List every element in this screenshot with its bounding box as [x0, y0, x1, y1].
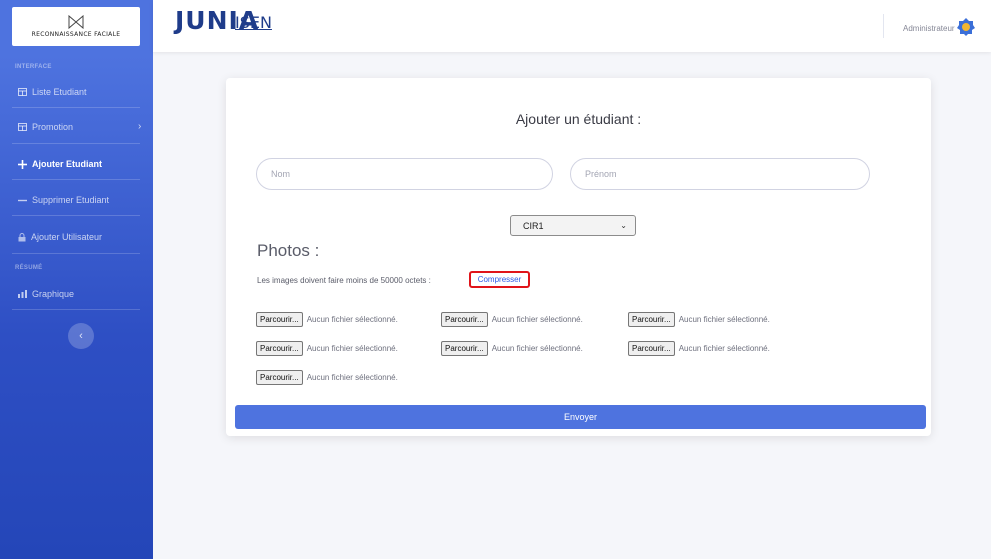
file-status: Aucun fichier sélectionné. [306, 315, 398, 324]
photo-file-input-6[interactable]: Parcourir... Aucun fichier sélectionné. [628, 341, 770, 356]
minus-icon [18, 199, 27, 201]
brand-text: RECONNAISSANCE FACIALE [31, 31, 121, 38]
photo-file-input-7[interactable]: Parcourir... Aucun fichier sélectionné. [256, 370, 398, 385]
sidebar-item-label: Graphique [32, 289, 75, 299]
user-name[interactable]: Administrateur [903, 24, 955, 33]
page-title: Ajouter un étudiant : [515, 111, 642, 127]
chevron-right-icon[interactable]: › [138, 121, 141, 132]
sidebar-item-label: Supprimer Etudiant [32, 195, 110, 205]
browse-button[interactable]: Parcourir... [256, 312, 303, 327]
file-status: Aucun fichier sélectionné. [491, 344, 583, 353]
browse-button[interactable]: Parcourir... [256, 341, 303, 356]
chevron-left-icon: ‹ [79, 330, 83, 342]
promotion-select[interactable]: CIR1 ⌄ [510, 215, 636, 236]
browse-button[interactable]: Parcourir... [628, 341, 675, 356]
sidebar-item-ajouter-utilisateur[interactable]: Ajouter Utilisateur [18, 232, 102, 242]
sidebar-toggle-button[interactable]: ‹ [68, 323, 94, 349]
browse-button[interactable]: Parcourir... [441, 312, 488, 327]
butterfly-icon [68, 15, 84, 29]
file-status: Aucun fichier sélectionné. [491, 315, 583, 324]
submit-button[interactable]: Envoyer [235, 405, 926, 429]
photo-file-input-1[interactable]: Parcourir... Aucun fichier sélectionné. [256, 312, 398, 327]
compress-link[interactable]: Compresser [469, 271, 530, 288]
user-avatar-icon[interactable] [956, 17, 976, 37]
browse-button[interactable]: Parcourir... [628, 312, 675, 327]
photo-file-input-5[interactable]: Parcourir... Aucun fichier sélectionné. [441, 341, 583, 356]
sidebar-heading-interface: INTERFACE [15, 64, 52, 70]
topbar-divider [883, 14, 884, 38]
prenom-input[interactable] [570, 158, 870, 190]
sidebar-item-ajouter-etudiant[interactable]: Ajouter Etudiant [18, 159, 102, 169]
file-status: Aucun fichier sélectionné. [306, 373, 398, 382]
sidebar-divider [12, 253, 140, 254]
sidebar-item-label: Ajouter Etudiant [32, 159, 102, 169]
sidebar-divider [12, 107, 140, 108]
table-icon [18, 88, 27, 96]
chevron-down-icon: ⌄ [620, 221, 627, 230]
sidebar-item-graphique[interactable]: Graphique [18, 289, 74, 299]
sidebar-divider [12, 143, 140, 144]
brand-logo[interactable]: RECONNAISSANCE FACIALE [12, 7, 140, 46]
sidebar-divider [12, 179, 140, 180]
lock-icon [18, 232, 26, 241]
sidebar-item-supprimer-etudiant[interactable]: Supprimer Etudiant [18, 195, 109, 205]
photo-file-input-4[interactable]: Parcourir... Aucun fichier sélectionné. [256, 341, 398, 356]
plus-icon [18, 159, 27, 169]
topbar: JUNIA ISEN Administrateur [153, 0, 991, 52]
file-status: Aucun fichier sélectionné. [678, 315, 770, 324]
sidebar-item-liste-etudiant[interactable]: Liste Etudiant [18, 87, 87, 97]
promotion-select-value: CIR1 [523, 220, 544, 231]
isen-logo[interactable]: ISEN [235, 13, 272, 32]
table-icon [18, 123, 27, 131]
photo-file-input-2[interactable]: Parcourir... Aucun fichier sélectionné. [441, 312, 583, 327]
sidebar-item-label: Ajouter Utilisateur [31, 232, 103, 242]
sidebar-divider [12, 215, 140, 216]
browse-button[interactable]: Parcourir... [256, 370, 303, 385]
sidebar-heading-resume: RÉSUMÉ [15, 265, 43, 271]
sidebar-item-label: Promotion [32, 122, 74, 132]
sidebar-divider [12, 309, 140, 310]
sidebar-item-promotion[interactable]: Promotion [18, 122, 73, 132]
browse-button[interactable]: Parcourir... [441, 341, 488, 356]
photos-title: Photos : [257, 241, 320, 260]
photo-size-hint: Les images doivent faire moins de 50000 … [257, 276, 431, 285]
chart-icon [18, 290, 27, 298]
file-status: Aucun fichier sélectionné. [678, 344, 770, 353]
add-student-card: Ajouter un étudiant : CIR1 ⌄ Photos : Le… [226, 78, 931, 436]
nom-input[interactable] [256, 158, 553, 190]
sidebar-item-label: Liste Etudiant [32, 87, 87, 97]
file-status: Aucun fichier sélectionné. [306, 344, 398, 353]
sidebar: RECONNAISSANCE FACIALE INTERFACE Liste E… [0, 0, 153, 559]
photo-file-input-3[interactable]: Parcourir... Aucun fichier sélectionné. [628, 312, 770, 327]
